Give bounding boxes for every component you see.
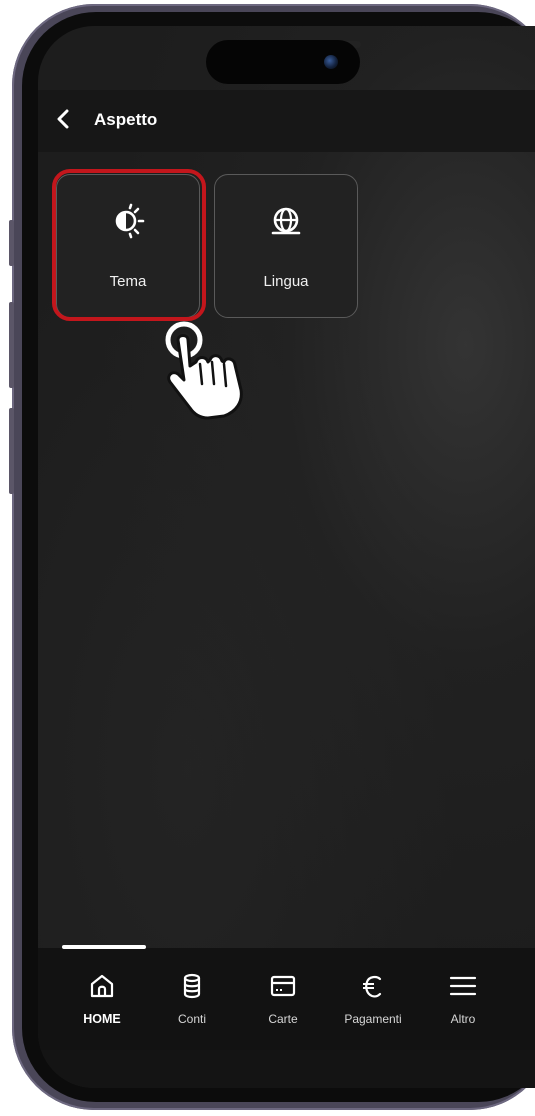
nav-label-altro: Altro [450,1012,476,1026]
action-button [9,220,14,266]
nav-item-carte[interactable]: Carte [238,970,328,1040]
page-title: Aspetto [94,110,158,129]
home-indicator-area [38,1050,535,1088]
bottom-navigation: HOME Conti Carte Pagamenti Altro [38,945,535,1050]
nav-item-conti[interactable]: Conti [147,970,237,1040]
nav-item-pagamenti[interactable]: Pagamenti [328,970,418,1040]
nav-item-altro[interactable]: Altro [418,970,508,1040]
chevron-left-icon [57,109,69,129]
nav-label-conti: Conti [177,1012,206,1026]
card-icon [270,975,296,997]
front-camera [324,55,338,69]
app-header: Aspetto [38,90,535,152]
home-icon [90,974,114,998]
menu-icon [449,976,477,996]
tile-label: Tema [109,273,147,290]
nav-label-carte: Carte [268,1012,298,1026]
tema-tile[interactable]: Tema [56,174,200,318]
phone-screen: Aspetto Tema Lingua HOME Conti Carte Pag… [38,26,535,1088]
nav-label-pagamenti: Pagamenti [344,1012,402,1026]
database-icon [183,973,201,999]
volume-up-button [9,302,14,388]
globe-icon [271,207,301,235]
volume-down-button [9,408,14,494]
dynamic-island [206,40,360,84]
nav-label-home: HOME [83,1012,121,1026]
tile-label: Lingua [263,273,309,290]
euro-icon [363,975,382,998]
theme-brightness-icon [115,203,145,239]
back-button[interactable] [50,105,78,133]
nav-item-home[interactable]: HOME [57,970,147,1040]
lingua-tile[interactable]: Lingua [214,174,358,318]
active-tab-indicator [62,945,146,949]
pointing-hand-icon [165,321,243,420]
